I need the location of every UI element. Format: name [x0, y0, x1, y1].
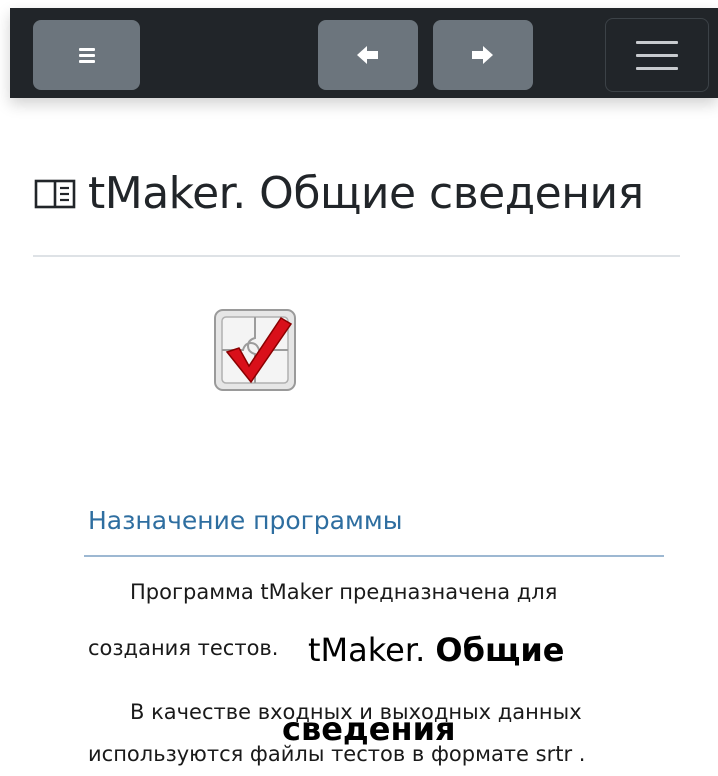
arrow-left-icon	[357, 46, 378, 64]
paragraph-2-line-1: В качестве входных и выходных данных	[130, 700, 582, 724]
paragraph-2-line-2: используются файлы тестов в формате srtr…	[88, 742, 586, 766]
book-open-icon	[34, 179, 76, 208]
document-heading-plain: tMaker.	[308, 631, 436, 669]
document-heading-bold: Общие	[435, 631, 565, 669]
page-title-text: tMaker. Общие сведения	[88, 168, 644, 219]
menu-button[interactable]	[33, 20, 140, 90]
paragraph-1-line-2: создания тестов.	[88, 636, 279, 660]
menu-icon	[78, 45, 95, 66]
previous-page-button[interactable]	[318, 20, 418, 90]
section-heading: Назначение программы	[88, 506, 403, 535]
section-divider	[84, 555, 664, 557]
arrow-right-icon	[472, 46, 493, 64]
title-divider	[33, 255, 680, 257]
navbar-toggle-button[interactable]	[605, 18, 709, 92]
next-page-button[interactable]	[433, 20, 533, 90]
hamburger-icon	[636, 31, 678, 80]
page-title: tMaker. Общие сведения	[34, 168, 644, 219]
top-navbar	[10, 8, 718, 98]
puzzle-checkmark-icon	[214, 309, 296, 391]
paragraph-1-line-1: Программа tMaker предназначена для	[130, 580, 558, 604]
